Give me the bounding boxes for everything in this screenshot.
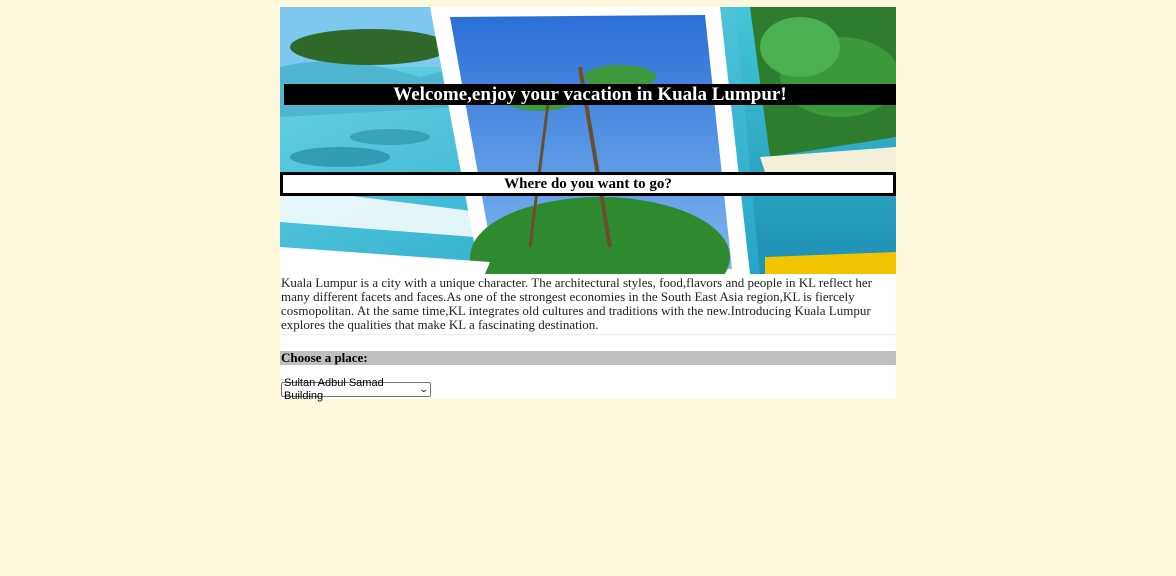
beach-collage-image [280, 7, 896, 274]
welcome-banner-title: Welcome,enjoy your vacation in Kuala Lum… [284, 84, 896, 105]
spacer [280, 335, 896, 351]
chevron-down-icon: ⌄ [419, 384, 430, 394]
page-container: Welcome,enjoy your vacation in Kuala Lum… [280, 7, 896, 402]
main-content: Kuala Lumpur is a city with a unique cha… [280, 274, 896, 402]
choose-place-label: Choose a place: [280, 351, 896, 365]
banner-image: Welcome,enjoy your vacation in Kuala Lum… [280, 7, 896, 274]
select-row: Sultan Adbul Samad Building ⌄ [280, 365, 896, 402]
place-select[interactable]: Sultan Adbul Samad Building ⌄ [281, 377, 431, 402]
place-select-value: Sultan Adbul Samad Building [284, 376, 384, 402]
intro-paragraph: Kuala Lumpur is a city with a unique cha… [281, 275, 872, 332]
where-to-go-heading: Where do you want to go? [280, 172, 896, 196]
